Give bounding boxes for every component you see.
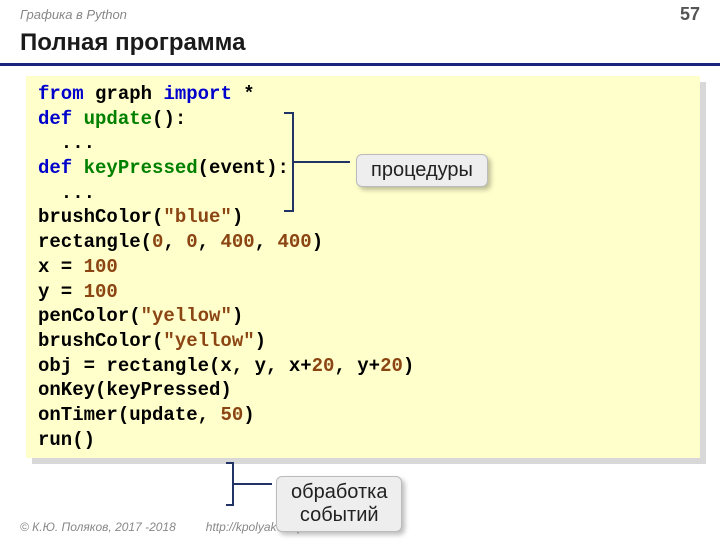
fn-keypressed: keyPressed [84, 157, 198, 179]
paren: ) [403, 355, 414, 377]
copyright: © К.Ю. Поляков, 2017 -2018 [20, 520, 176, 534]
kw-def: def [38, 157, 72, 179]
num: 100 [84, 256, 118, 278]
paren: ) [243, 404, 254, 426]
str: "yellow" [163, 330, 254, 352]
code-example: from graph import * def update(): ... de… [26, 76, 700, 458]
comma: , [198, 231, 221, 253]
call: run() [38, 429, 95, 451]
ellipsis: ... [38, 182, 95, 204]
ellipsis: ... [38, 132, 95, 154]
star: * [243, 83, 254, 105]
assign: x = [38, 256, 84, 278]
txt: , y+ [334, 355, 380, 377]
comma: , [163, 231, 186, 253]
callout-procedures: процедуры [356, 154, 488, 187]
callout-events: обработкасобытий [276, 476, 402, 532]
kw-import: import [163, 83, 231, 105]
paren: ) [312, 231, 323, 253]
comma: , [255, 231, 278, 253]
paren: ) [232, 206, 243, 228]
assign: y = [38, 281, 84, 303]
num: 20 [380, 355, 403, 377]
num: 20 [312, 355, 335, 377]
call: onKey(keyPressed) [38, 379, 232, 401]
num: 400 [220, 231, 254, 253]
kw-def: def [38, 108, 72, 130]
assign: obj = rectangle(x, y, x+ [38, 355, 312, 377]
call: penColor( [38, 305, 141, 327]
paren: ) [232, 305, 243, 327]
num: 100 [84, 281, 118, 303]
str: "blue" [163, 206, 231, 228]
bracket-line [234, 483, 272, 485]
num: 50 [220, 404, 243, 426]
kw-from: from [38, 83, 84, 105]
call: brushColor( [38, 206, 163, 228]
call: onTimer(update, [38, 404, 220, 426]
code-block: from graph import * def update(): ... de… [26, 76, 700, 458]
paren: (): [152, 108, 186, 130]
num: 0 [152, 231, 163, 253]
call: rectangle( [38, 231, 152, 253]
bracket-procedures [284, 112, 294, 212]
breadcrumb: Графика в Python [20, 7, 127, 22]
str: "yellow" [141, 305, 232, 327]
fn-update: update [84, 108, 152, 130]
paren: ) [255, 330, 266, 352]
num: 0 [186, 231, 197, 253]
call: brushColor( [38, 330, 163, 352]
page-title: Полная программа [0, 27, 720, 66]
mod-name: graph [95, 83, 152, 105]
paren: (event): [198, 157, 289, 179]
bracket-line [294, 161, 350, 163]
num: 400 [278, 231, 312, 253]
bracket-events [226, 462, 234, 506]
page-number: 57 [680, 4, 700, 25]
